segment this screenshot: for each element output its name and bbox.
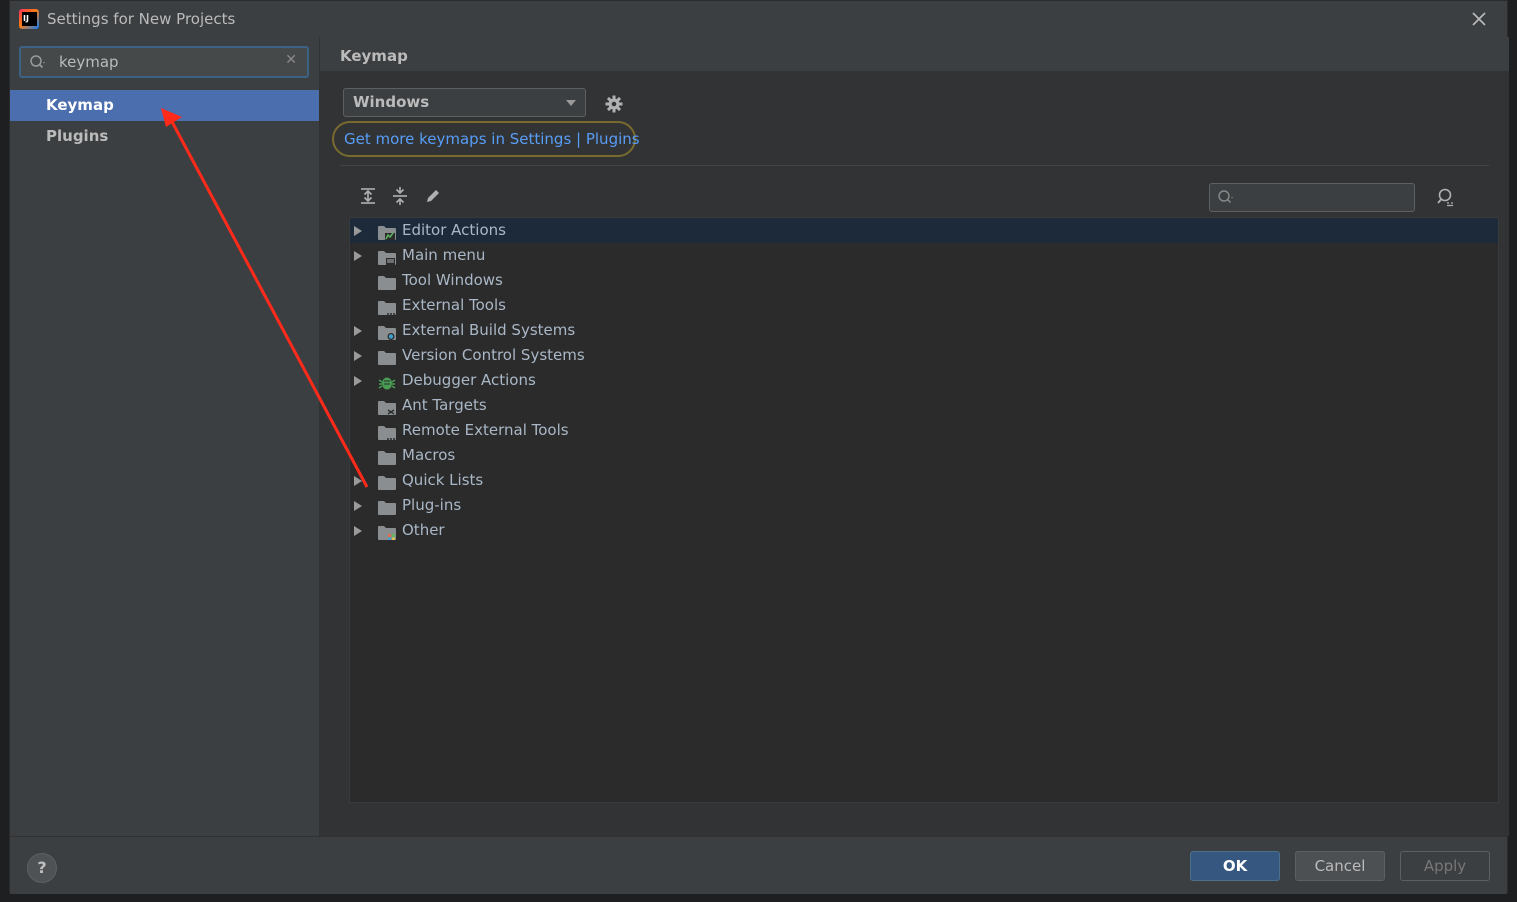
settings-search-input[interactable] bbox=[59, 52, 279, 72]
ok-button[interactable]: OK bbox=[1190, 851, 1280, 881]
tree-row[interactable]: Tool Windows bbox=[350, 268, 1498, 293]
tree-row-label: External Tools bbox=[402, 296, 506, 314]
tree-row-label: Tool Windows bbox=[402, 271, 503, 289]
tree-row[interactable]: Ant Targets bbox=[350, 393, 1498, 418]
tree-row-label: Quick Lists bbox=[402, 471, 484, 489]
window-title: Settings for New Projects bbox=[47, 10, 236, 28]
other-folder-icon bbox=[378, 523, 396, 540]
tree-row-label: Other bbox=[402, 521, 445, 539]
folder-icon bbox=[378, 448, 396, 465]
tree-row[interactable]: Debugger Actions bbox=[350, 368, 1498, 393]
ant-folder-icon bbox=[378, 398, 396, 415]
panel-header: Keymap bbox=[320, 37, 1509, 71]
close-icon bbox=[1472, 12, 1486, 26]
keymap-filter-box[interactable] bbox=[1209, 183, 1415, 212]
tools-folder-icon bbox=[378, 423, 396, 440]
cancel-button[interactable]: Cancel bbox=[1295, 851, 1385, 881]
settings-dialog: Settings for New Projects ✕ Keymap Plugi… bbox=[9, 0, 1509, 894]
tree-row[interactable]: Quick Lists bbox=[350, 468, 1498, 493]
title-bar: Settings for New Projects bbox=[10, 1, 1507, 37]
close-button[interactable] bbox=[1469, 9, 1489, 29]
build-folder-icon bbox=[378, 323, 396, 340]
menu-folder-icon bbox=[378, 248, 396, 265]
tree-row-label: Editor Actions bbox=[402, 221, 506, 239]
divider bbox=[340, 165, 1489, 166]
help-button[interactable]: ? bbox=[27, 853, 57, 883]
expand-arrow-icon[interactable] bbox=[354, 476, 362, 486]
sidebar-item-keymap[interactable]: Keymap bbox=[10, 90, 319, 121]
expand-arrow-icon[interactable] bbox=[354, 326, 362, 336]
bug-icon bbox=[378, 373, 396, 390]
editor-actions-folder-icon bbox=[378, 223, 396, 240]
tree-row-label: External Build Systems bbox=[402, 321, 576, 339]
clear-search-icon[interactable]: ✕ bbox=[285, 52, 297, 68]
tree-row[interactable]: External Build Systems bbox=[350, 318, 1498, 343]
folder-icon bbox=[378, 348, 396, 365]
keymap-filter-input[interactable] bbox=[1242, 188, 1402, 208]
page-title: Keymap bbox=[340, 47, 408, 65]
keymap-action-tree[interactable]: Editor Actions Main menu Tool Windows Exter… bbox=[349, 217, 1499, 803]
expand-arrow-icon[interactable] bbox=[354, 251, 362, 261]
apply-button[interactable]: Apply bbox=[1400, 851, 1490, 881]
folder-icon bbox=[378, 498, 396, 515]
folder-icon bbox=[378, 273, 396, 290]
settings-sidebar: ✕ Keymap Plugins bbox=[10, 37, 320, 836]
edit-pencil-icon[interactable] bbox=[424, 187, 442, 205]
link-highlight-ring: Get more keymaps in Settings | Plugins bbox=[332, 121, 640, 157]
tree-row[interactable]: Editor Actions bbox=[350, 218, 1498, 243]
tree-row[interactable]: External Tools bbox=[350, 293, 1498, 318]
expand-arrow-icon[interactable] bbox=[354, 526, 362, 536]
sidebar-item-plugins[interactable]: Plugins bbox=[10, 121, 319, 152]
expand-arrow-icon[interactable] bbox=[354, 351, 362, 361]
tree-row[interactable]: Main menu bbox=[350, 243, 1498, 268]
keymap-panel: Keymap Windows Get more keymaps in Setti… bbox=[320, 37, 1509, 836]
tree-row-label: Macros bbox=[402, 446, 456, 464]
tools-folder-icon bbox=[378, 298, 396, 315]
search-icon bbox=[1218, 190, 1233, 204]
tree-row-label: Ant Targets bbox=[402, 396, 487, 414]
get-more-keymaps-link[interactable]: Get more keymaps in Settings | Plugins bbox=[344, 130, 640, 148]
find-by-shortcut-icon[interactable] bbox=[1436, 187, 1456, 207]
keymap-scheme-value: Windows bbox=[353, 93, 430, 111]
collapse-all-icon[interactable] bbox=[391, 187, 409, 205]
chevron-down-icon bbox=[566, 100, 576, 106]
keymap-scheme-dropdown[interactable]: Windows bbox=[343, 88, 586, 117]
tree-row-label: Version Control Systems bbox=[402, 346, 585, 364]
intellij-logo-icon bbox=[19, 9, 39, 29]
expand-arrow-icon[interactable] bbox=[354, 376, 362, 386]
folder-icon bbox=[378, 473, 396, 490]
tree-row-label: Debugger Actions bbox=[402, 371, 536, 389]
search-icon bbox=[30, 55, 45, 69]
expand-arrow-icon[interactable] bbox=[354, 501, 362, 511]
tree-row-label: Main menu bbox=[402, 246, 486, 264]
tree-row[interactable]: Version Control Systems bbox=[350, 343, 1498, 368]
tree-row[interactable]: Macros bbox=[350, 443, 1498, 468]
tree-row[interactable]: Other bbox=[350, 518, 1498, 543]
expand-arrow-icon[interactable] bbox=[354, 226, 362, 236]
expand-all-icon[interactable] bbox=[359, 187, 377, 205]
tree-row-label: Plug-ins bbox=[402, 496, 462, 514]
dialog-footer: ? OK Cancel Apply bbox=[10, 836, 1507, 894]
tree-row[interactable]: Plug-ins bbox=[350, 493, 1498, 518]
settings-search-box[interactable]: ✕ bbox=[19, 46, 309, 78]
tree-row[interactable]: Remote External Tools bbox=[350, 418, 1498, 443]
tree-row-label: Remote External Tools bbox=[402, 421, 569, 439]
gear-icon[interactable] bbox=[604, 94, 624, 114]
